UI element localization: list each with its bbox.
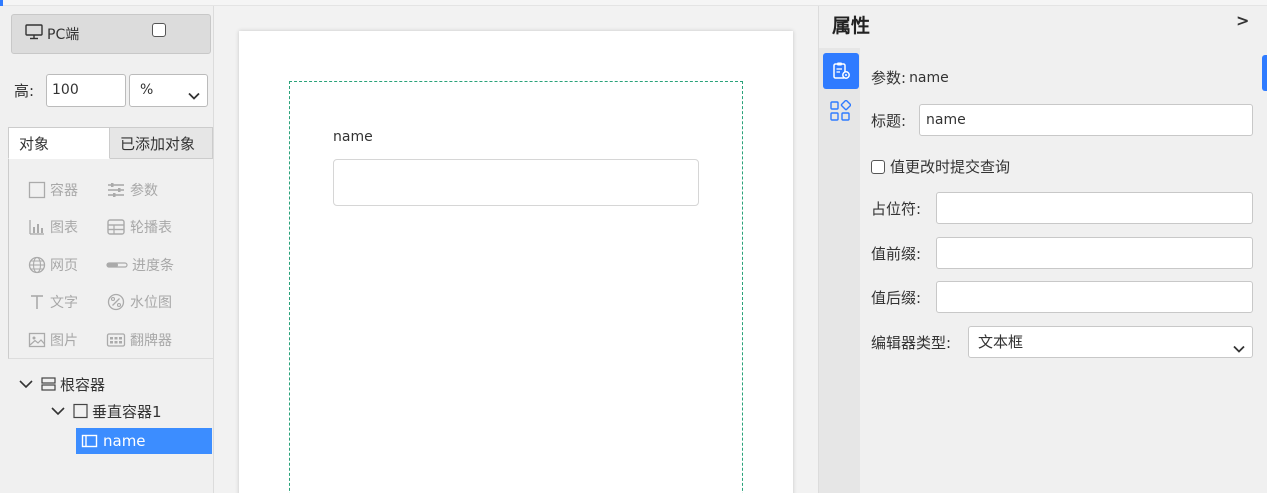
tree-node-root[interactable]: 根容器	[18, 371, 105, 397]
prefix-row: 值前缀:	[871, 237, 1253, 269]
placeholder-input[interactable]	[936, 192, 1253, 224]
clipboard-gear-icon	[833, 62, 850, 79]
input-field-icon	[81, 434, 98, 448]
title-row: 标题: name	[871, 104, 1253, 136]
progress-bar-icon	[106, 262, 128, 268]
height-row: 高: 100 %	[14, 74, 208, 107]
editor-type-row: 编辑器类型: 文本框	[871, 326, 1253, 358]
chevron-down-icon	[19, 380, 33, 389]
palette-item-label: 轮播表	[130, 220, 172, 236]
suffix-row: 值后缀:	[871, 281, 1253, 313]
monitor-icon	[25, 24, 43, 44]
properties-settings-button[interactable]	[823, 53, 859, 89]
percent-gauge-icon	[107, 293, 125, 311]
name-field-label: name	[333, 129, 373, 145]
palette-item-water-gauge[interactable]: 水位图	[106, 292, 172, 312]
name-field-input[interactable]	[333, 159, 699, 206]
palette-item-carousel[interactable]: 轮播表	[106, 217, 172, 237]
tree-node-name[interactable]: name	[76, 428, 212, 454]
palette-item-label: 容器	[50, 183, 78, 199]
collapse-panel-button[interactable]: >	[1236, 11, 1249, 30]
tree-node-vertical-container[interactable]: 垂直容器1	[50, 398, 162, 424]
properties-title: 属性	[832, 15, 871, 37]
palette-item-image[interactable]: 图片	[28, 330, 78, 350]
root-container-icon	[41, 377, 56, 391]
properties-panel: 属性 > 参数: name 标题: name 值更改时提交查询 占位符: 值前缀…	[818, 6, 1267, 493]
carousel-table-icon	[107, 219, 125, 235]
container-icon	[73, 403, 88, 419]
palette-item-label: 网页	[50, 258, 78, 274]
container-icon	[28, 181, 46, 199]
suffix-input[interactable]	[936, 281, 1253, 313]
height-label: 高:	[14, 82, 35, 100]
submit-on-change-label: 值更改时提交查询	[890, 158, 1011, 176]
tab-added-objects[interactable]: 已添加对象	[110, 127, 213, 159]
tree-node-label: 根容器	[60, 375, 106, 394]
chevron-down-icon	[187, 84, 201, 115]
design-canvas: name	[214, 6, 818, 493]
pc-device-checkbox[interactable]	[152, 23, 166, 37]
palette-item-label: 参数	[130, 183, 158, 199]
palette-item-label: 翻牌器	[130, 333, 172, 349]
app-root: PC端 高: 100 % 对象 已添加对象 容器 参数 图表 轮播表 网页 进度…	[0, 0, 1267, 493]
bar-chart-icon	[29, 220, 44, 235]
sliders-icon	[108, 183, 124, 197]
palette-item-text[interactable]: 文字	[28, 292, 78, 312]
palette-item-container[interactable]: 容器	[28, 180, 78, 200]
submit-on-change-row[interactable]: 值更改时提交查询	[871, 156, 1010, 177]
globe-icon	[28, 256, 46, 274]
placeholder-label: 占位符:	[871, 199, 922, 218]
image-icon	[28, 332, 46, 348]
right-edge-tab[interactable]	[1262, 55, 1267, 91]
tree-node-label: name	[103, 432, 146, 450]
suffix-label: 值后缀:	[871, 288, 922, 307]
object-palette: 容器 参数 图表 轮播表 网页 进度条 文字 水位图 图片 翻牌器	[8, 159, 213, 359]
palette-item-flip-counter[interactable]: 翻牌器	[106, 330, 172, 350]
placeholder-row: 占位符:	[871, 192, 1253, 224]
palette-item-label: 图片	[50, 333, 78, 349]
palette-item-label: 水位图	[130, 295, 172, 311]
editor-type-select[interactable]: 文本框	[968, 326, 1253, 358]
height-unit-value: %	[140, 82, 154, 98]
pc-device-label: PC端	[47, 27, 80, 43]
palette-item-label: 进度条	[132, 258, 174, 274]
param-value: name	[909, 69, 949, 86]
palette-item-chart[interactable]: 图表	[28, 217, 78, 237]
prefix-label: 值前缀:	[871, 244, 922, 263]
chevron-down-icon	[1232, 336, 1246, 366]
prefix-input[interactable]	[936, 237, 1253, 269]
palette-item-param[interactable]: 参数	[106, 180, 158, 200]
pc-device-button[interactable]: PC端	[11, 14, 211, 54]
left-panel: PC端 高: 100 % 对象 已添加对象 容器 参数 图表 轮播表 网页 进度…	[0, 6, 214, 493]
editor-type-value: 文本框	[978, 333, 1024, 351]
palette-item-progress[interactable]: 进度条	[106, 255, 174, 275]
properties-side-strip	[819, 48, 860, 493]
height-unit-select[interactable]: %	[129, 74, 208, 107]
chevron-down-icon	[51, 407, 65, 416]
tab-objects[interactable]: 对象	[8, 127, 110, 159]
param-row: 参数: name	[871, 67, 949, 88]
palette-item-label: 文字	[50, 295, 78, 311]
palette-item-webpage[interactable]: 网页	[28, 255, 78, 275]
editor-type-label: 编辑器类型:	[871, 333, 952, 352]
title-input[interactable]: name	[919, 104, 1253, 136]
canvas-page: name	[239, 31, 793, 493]
object-tabs: 对象 已添加对象	[8, 127, 213, 159]
components-grid-icon	[830, 99, 852, 121]
tree-node-label: 垂直容器1	[92, 402, 162, 421]
flip-counter-icon	[106, 333, 126, 347]
title-label: 标题:	[871, 111, 907, 130]
vertical-container[interactable]: name	[289, 81, 743, 493]
submit-on-change-checkbox[interactable]	[871, 159, 885, 174]
param-label: 参数:	[871, 69, 907, 87]
properties-components-button[interactable]	[829, 99, 852, 126]
height-input[interactable]: 100	[46, 74, 126, 107]
text-icon	[31, 295, 43, 309]
palette-item-label: 图表	[50, 220, 78, 236]
